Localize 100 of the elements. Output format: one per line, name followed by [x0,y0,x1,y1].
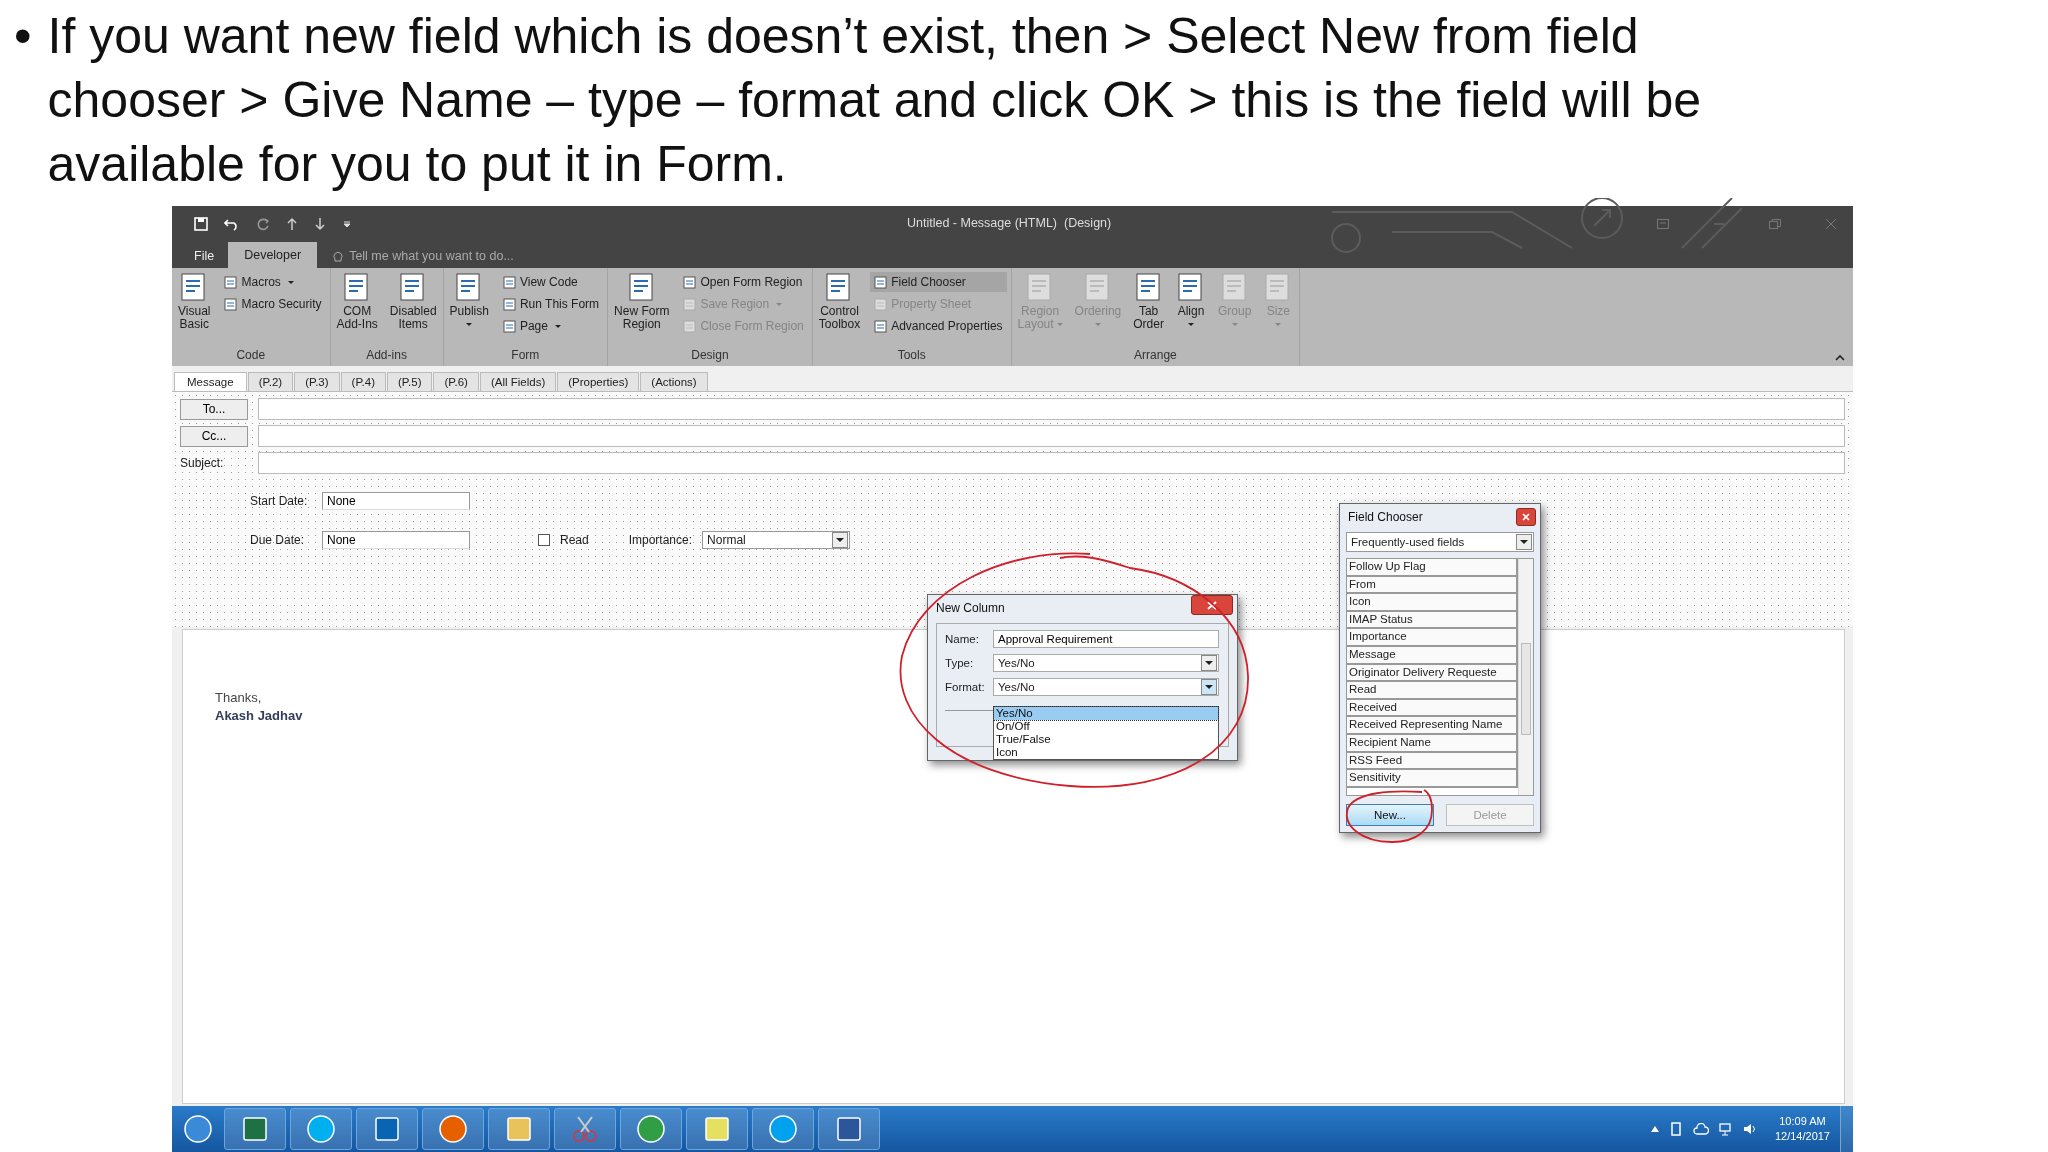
collapse-ribbon-icon[interactable] [1835,354,1845,361]
document-icon [683,297,697,311]
field-item[interactable]: Received Representing Name [1347,717,1518,735]
device-icon[interactable] [1668,1122,1683,1136]
redo-icon[interactable] [256,217,270,231]
close-button[interactable] [1516,508,1536,526]
field-item[interactable]: Sensitivity [1347,770,1518,788]
ribbon-button[interactable]: Page [498,316,604,336]
save-icon[interactable] [194,217,208,231]
input-field[interactable] [258,398,1845,420]
document-icon[interactable] [834,1114,864,1144]
cloud-icon[interactable] [1692,1123,1709,1135]
page-tab[interactable]: (Properties) [557,372,640,391]
field-item[interactable]: Importance [1347,629,1518,647]
date-field[interactable]: None [322,531,470,549]
format-select[interactable]: Yes/No [993,678,1219,696]
page-tab[interactable]: (Actions) [640,372,708,391]
date-field[interactable]: None [322,492,470,510]
field-item[interactable]: Read [1347,682,1518,700]
field-label: Name: [945,633,980,645]
page-tab[interactable]: (P.4) [340,372,387,391]
chat-icon[interactable] [306,1114,336,1144]
checkbox[interactable] [538,534,550,546]
close-button[interactable] [1191,595,1233,615]
field-label: Format: [945,681,986,693]
scrollbar[interactable] [1518,559,1533,795]
speaker-icon[interactable] [1742,1122,1757,1136]
folder-icon[interactable] [504,1114,534,1144]
scissors-icon[interactable] [570,1114,600,1144]
up-arrow-icon[interactable] [286,217,298,231]
note-icon[interactable] [702,1114,732,1144]
window-title: Untitled - Message (HTML) (Design) [907,216,1112,230]
bullet-mark: • [14,7,32,66]
ribbon-button[interactable]: Align [1173,272,1208,326]
category-select[interactable]: Frequently-used fields [1346,532,1534,552]
mail-icon[interactable] [372,1114,402,1144]
browser-icon[interactable] [438,1114,468,1144]
group-label: Code [235,347,267,364]
page-tab[interactable]: Message [174,372,247,391]
field-label: Start Date: [250,494,309,508]
ribbon-button[interactable]: Field Chooser [870,272,1007,292]
network-icon[interactable] [1718,1122,1733,1136]
dialog-title: New Column [936,601,1005,615]
ribbon-button[interactable]: View Code [498,272,604,292]
checkbox-label: Read [560,533,589,547]
ribbon-tab[interactable]: Developer [228,242,318,268]
dropdown-option[interactable]: On/Off [994,720,1218,733]
tray-arrow-icon[interactable] [1650,1126,1659,1132]
customize-icon[interactable] [342,219,352,229]
undo-icon[interactable] [224,217,240,231]
ribbon-button[interactable]: Tab Order [1131,272,1166,331]
document-icon [683,319,697,333]
ribbon-button[interactable]: Control Toolbox [816,272,863,331]
input-field[interactable] [258,425,1845,447]
dropdown-option[interactable]: Yes/No [994,707,1218,720]
spreadsheet-icon[interactable] [240,1114,270,1144]
document-icon [224,297,238,311]
document-icon [874,297,888,311]
ribbon-button[interactable]: Advanced Properties [870,316,1007,336]
page-tab[interactable]: (P.5) [387,372,433,391]
ribbon-button[interactable]: Macros [220,272,326,292]
field-item[interactable]: Follow Up Flag [1347,559,1518,577]
ribbon-button[interactable]: Disabled Items [387,272,439,331]
address-button[interactable]: Cc... [180,425,248,447]
field-item[interactable]: Icon [1347,594,1518,612]
ribbon-tab[interactable]: File [180,244,229,268]
start-orb-icon[interactable] [183,1114,213,1144]
dropdown-option[interactable]: True/False [994,733,1218,746]
down-arrow-icon[interactable] [314,217,326,231]
page-tab[interactable]: (P.2) [247,372,294,391]
input-field[interactable] [258,452,1845,474]
body-text: Thanks, [215,690,262,705]
ribbon-button[interactable]: Visual Basic [176,272,213,331]
browser-icon[interactable] [636,1114,666,1144]
name-field[interactable]: Approval Requirement [993,630,1219,648]
group-label: Form [510,347,541,364]
page-tab[interactable]: (All Fields) [479,372,557,391]
ribbon-button[interactable]: Macro Security [220,294,326,314]
dialog-button[interactable]: New... [1346,804,1434,826]
address-button[interactable]: To... [180,398,248,420]
ribbon-button[interactable]: Publish [447,272,491,326]
page-tab[interactable]: (P.3) [294,372,340,391]
ribbon-button[interactable]: New Form Region [612,272,672,331]
slide-text: If you want new field which is doesn’t exist, then > Select New from field chooser > Give Name – type – format and click OK > this is the field will be available for you to put it in Form. [47,7,1703,194]
ribbon-button[interactable]: Open Form Region [679,272,808,292]
tell-me-field[interactable]: Tell me what you want to do... [349,249,550,263]
ribbon-button[interactable]: COM Add-Ins [334,272,380,331]
group-label: Arrange [1133,347,1178,364]
importance-select[interactable]: Normal [702,531,851,549]
body-text: Akash Jadhav [215,708,303,723]
group-label: Design [690,347,730,364]
page-tab[interactable]: (P.6) [433,372,479,391]
type-select[interactable]: Yes/No [993,654,1219,672]
field-label: Importance: [628,533,693,547]
chat-icon[interactable] [768,1114,798,1144]
clock-time: 10:09 AM [1779,1114,1826,1129]
close-icon [1522,513,1530,521]
dropdown-option[interactable]: Icon [994,746,1218,759]
document-icon [874,275,888,289]
ribbon-button[interactable]: Run This Form [498,294,604,314]
